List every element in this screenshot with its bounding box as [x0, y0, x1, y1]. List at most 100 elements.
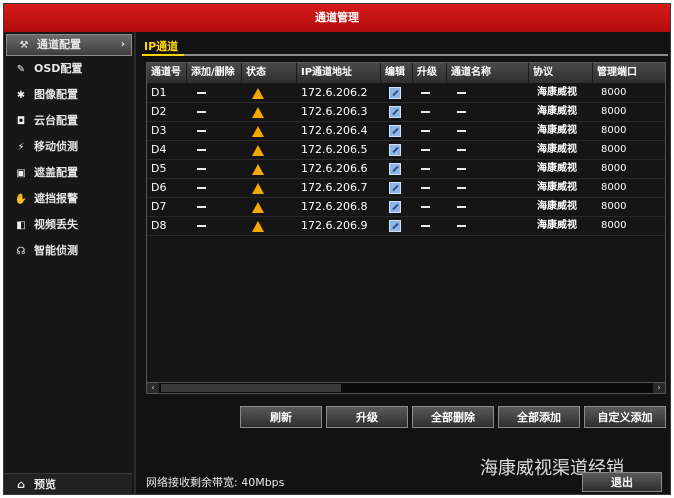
add-delete-toggle[interactable] [191, 159, 206, 178]
warning-icon [252, 144, 264, 156]
edit-button[interactable] [381, 140, 401, 159]
sidebar-item-label: 遮挡报警 [34, 192, 78, 205]
add-delete-toggle[interactable] [191, 121, 206, 140]
cell-ip: 172.6.206.8 [301, 200, 368, 213]
sidebar-item-video-loss[interactable]: ◧ 视频丢失 [4, 212, 134, 238]
cell-ip: 172.6.206.6 [301, 162, 368, 175]
cell-ip: 172.6.206.9 [301, 219, 368, 232]
table-row[interactable]: D1 172.6.206.2 海康威视 8000 [147, 83, 665, 103]
preview-button[interactable]: ⌂ 预览 [4, 473, 132, 494]
edit-icon [389, 163, 401, 175]
warning-icon [252, 220, 264, 232]
sidebar-item-label: 智能侦测 [34, 244, 78, 257]
edit-button[interactable] [381, 216, 401, 235]
edit-icon [389, 87, 401, 99]
status-cell [245, 83, 264, 102]
cell-port: 8000 [601, 106, 627, 117]
upgrade-button[interactable]: 升级 [326, 406, 408, 428]
dash-icon [197, 149, 206, 151]
status-cell [245, 178, 264, 197]
add-delete-toggle[interactable] [191, 216, 206, 235]
cell-ip: 172.6.206.4 [301, 124, 368, 137]
sidebar-item-tamper-alarm[interactable]: ✋ 遮挡报警 [4, 186, 134, 212]
sidebar-item-label: 遮盖配置 [34, 166, 78, 179]
header-channel-name[interactable]: 通道名称 [447, 63, 529, 83]
header-upgrade[interactable]: 升级 [413, 63, 447, 83]
sidebar-item-channel-config[interactable]: ⚒ 通道配置 › [6, 34, 132, 56]
header-protocol[interactable]: 协议 [529, 63, 593, 83]
cell-protocol: 海康威视 [537, 201, 577, 212]
custom-add-button[interactable]: 自定义添加 [584, 406, 666, 428]
tab-underline [142, 54, 668, 56]
scroll-right-icon[interactable]: › [653, 383, 665, 393]
table-row[interactable]: D7 172.6.206.8 海康威视 8000 [147, 197, 665, 217]
scrollbar-thumb[interactable] [161, 384, 341, 392]
add-delete-toggle[interactable] [191, 178, 206, 197]
delete-all-button[interactable]: 全部删除 [412, 406, 494, 428]
header-management-port[interactable]: 管理端口 [593, 63, 665, 83]
dash-icon [457, 149, 466, 151]
add-delete-toggle[interactable] [191, 197, 206, 216]
sidebar-item-image-config[interactable]: ✱ 图像配置 [4, 82, 134, 108]
header-edit[interactable]: 编辑 [381, 63, 413, 83]
warning-icon [252, 87, 264, 99]
dash-icon [421, 206, 430, 208]
add-all-button[interactable]: 全部添加 [498, 406, 580, 428]
sidebar-item-privacy-mask[interactable]: ▣ 遮盖配置 [4, 160, 134, 186]
header-channel-no[interactable]: 通道号 [147, 63, 187, 83]
header-ip-address[interactable]: IP通道地址 [297, 63, 381, 83]
wrench-icon: ⚒ [19, 40, 29, 51]
table-row[interactable]: D6 172.6.206.7 海康威视 8000 [147, 178, 665, 198]
name-cell [451, 140, 466, 159]
add-delete-toggle[interactable] [191, 102, 206, 121]
header-add-delete[interactable]: 添加/删除 [187, 63, 242, 83]
dash-icon [421, 111, 430, 113]
edit-button[interactable] [381, 121, 401, 140]
table-row[interactable]: D5 172.6.206.6 海康威视 8000 [147, 159, 665, 179]
table-row[interactable]: D4 172.6.206.5 海康威视 8000 [147, 140, 665, 160]
table-row[interactable]: D3 172.6.206.4 海康威视 8000 [147, 121, 665, 141]
add-delete-toggle[interactable] [191, 140, 206, 159]
cell-protocol: 海康威视 [537, 87, 577, 98]
ptz-icon: ◘ [16, 116, 26, 127]
edit-button[interactable] [381, 159, 401, 178]
scroll-left-icon[interactable]: ‹ [147, 383, 159, 393]
preview-label: 预览 [34, 478, 56, 491]
edit-icon [389, 125, 401, 137]
cell-channel: D4 [151, 143, 167, 156]
table-row[interactable]: D8 172.6.206.9 海康威视 8000 [147, 216, 665, 236]
name-cell [451, 83, 466, 102]
exit-button[interactable]: 退出 [582, 472, 662, 492]
sidebar-item-smart-detection[interactable]: ☊ 智能侦测 [4, 238, 134, 264]
dash-icon [421, 149, 430, 151]
hand-icon: ✋ [14, 194, 28, 205]
sidebar-item-osd-config[interactable]: ✎ OSD配置 [4, 56, 134, 82]
dash-icon [421, 130, 430, 132]
tab-ip-channel[interactable]: IP通道 [144, 38, 178, 54]
add-delete-toggle[interactable] [191, 83, 206, 102]
sidebar-item-ptz-config[interactable]: ◘ 云台配置 [4, 108, 134, 134]
edit-icon [389, 182, 401, 194]
header-status[interactable]: 状态 [242, 63, 297, 83]
edit-button[interactable] [381, 83, 401, 102]
edit-icon [389, 220, 401, 232]
refresh-button[interactable]: 刷新 [240, 406, 322, 428]
pencil-icon: ✎ [16, 64, 26, 75]
edit-button[interactable] [381, 197, 401, 216]
sidebar-item-label: 图像配置 [34, 88, 78, 101]
horizontal-scrollbar[interactable]: ‹ › [146, 382, 666, 394]
warning-icon [252, 201, 264, 213]
dash-icon [421, 187, 430, 189]
edit-icon [389, 201, 401, 213]
running-person-icon: ⚡ [17, 142, 25, 153]
status-cell [245, 140, 264, 159]
sidebar-item-motion-detection[interactable]: ⚡ 移动侦测 [4, 134, 134, 160]
edit-button[interactable] [381, 178, 401, 197]
edit-button[interactable] [381, 102, 401, 121]
upgrade-cell [415, 159, 430, 178]
table-row[interactable]: D2 172.6.206.3 海康威视 8000 [147, 102, 665, 122]
tab-active-indicator [142, 54, 184, 56]
cell-channel: D8 [151, 219, 167, 232]
dash-icon [457, 92, 466, 94]
edit-icon [389, 106, 401, 118]
